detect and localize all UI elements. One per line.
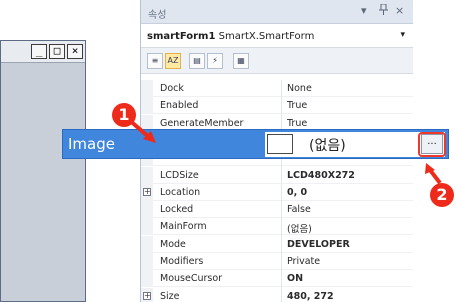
callout-1: 1 (112, 103, 136, 127)
callout-arrows (126, 117, 442, 185)
arrow-two (428, 168, 442, 185)
callout-2: 2 (430, 183, 454, 207)
